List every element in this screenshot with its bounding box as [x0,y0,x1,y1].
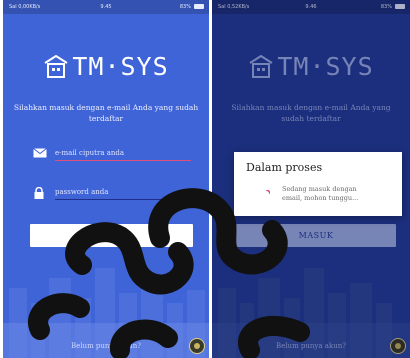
password-field[interactable]: password anda [33,186,191,200]
status-time: 9.45 [100,4,112,10]
dialog-message-line2: email, mohon tunggu... [282,194,359,202]
app-logo: TM·SYS [3,52,209,81]
battery-percent: 83% [179,4,191,10]
login-progress-screen: Sal 0,52KB/s 9.46 83% TM·SYS Silahkan ma… [212,0,410,358]
status-bar: Sal 0,00KB/s 9.45 83% [3,0,209,14]
spinner-icon [265,190,270,195]
login-instruction: Silahkan masuk dengan e-mail Anda yang s… [13,103,199,123]
email-input[interactable]: e-mail ciputra anda [55,149,124,157]
network-speed: Sal 0,00KB/s [9,4,41,10]
email-field[interactable]: e-mail ciputra anda [33,147,191,161]
progress-dialog: Dalam proses Sedang masuk dengan email, … [234,152,402,216]
dialog-message: Sedang masuk dengan email, mohon tunggu.… [282,185,358,203]
email-underline [55,160,191,161]
mail-icon [33,148,47,158]
login-screen: Sal 0,00KB/s 9.45 83% TM·SYS Silahkan ma… [3,0,209,358]
battery-icon [194,4,204,9]
lock-icon [34,187,44,199]
building-logo-icon [44,54,68,78]
password-underline [55,199,191,200]
emblem-icon [189,338,205,354]
dialog-message-line1: Sedang masuk dengan [282,185,357,193]
login-button[interactable]: MASUK [30,224,193,247]
password-input[interactable]: password anda [55,188,108,196]
logo-text: TM·SYS [72,52,169,81]
dialog-title: Dalam proses [246,161,323,174]
signup-link[interactable]: Belum punya akun? [3,342,209,350]
